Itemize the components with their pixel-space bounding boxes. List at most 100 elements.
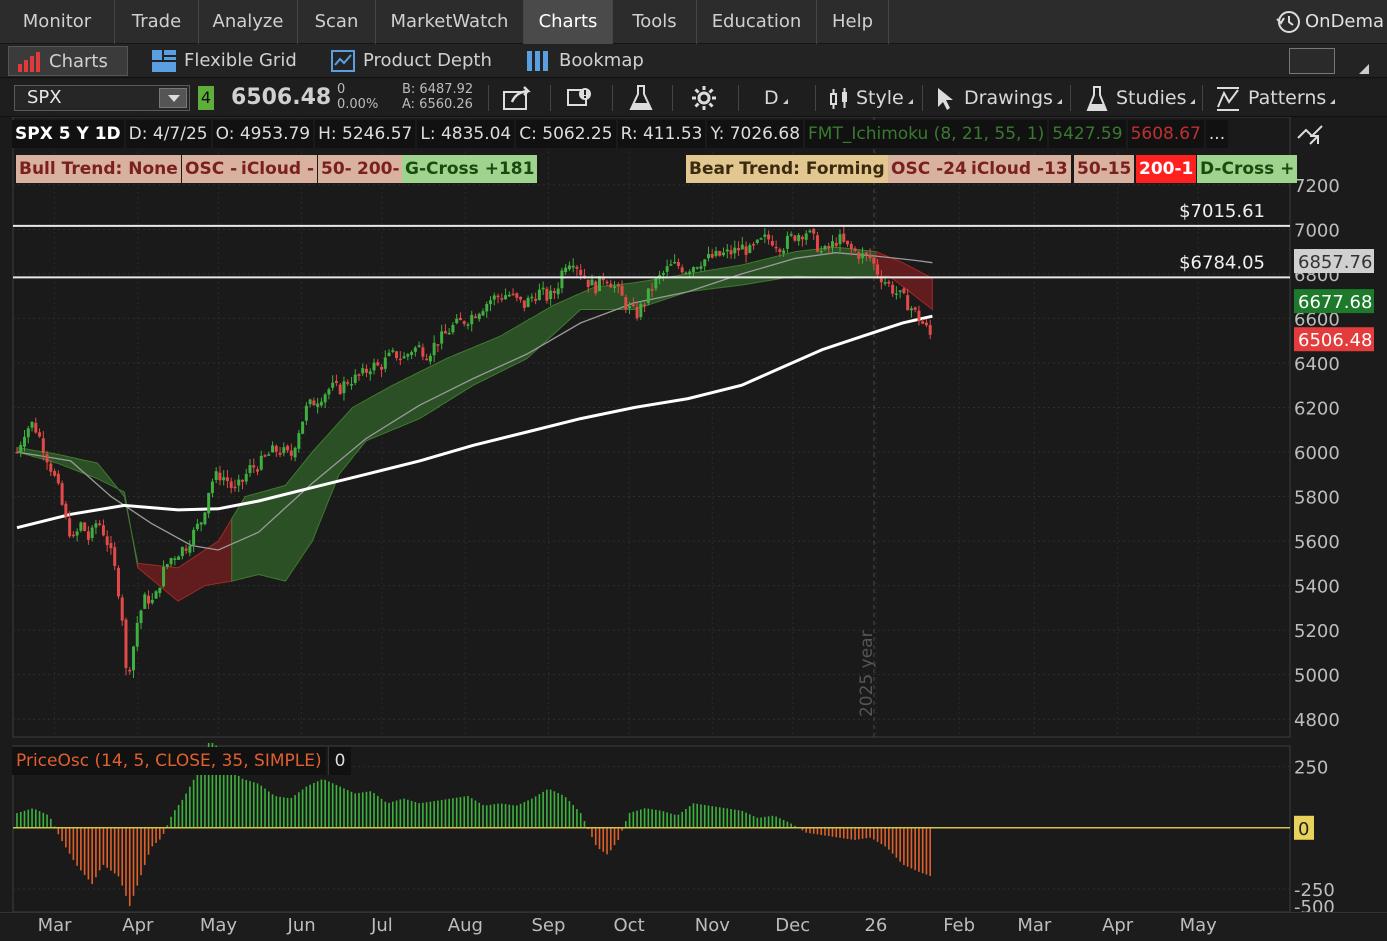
menu-marketwatch[interactable]: MarketWatch xyxy=(376,0,524,44)
candle-body xyxy=(53,471,57,476)
candle-body xyxy=(628,306,632,309)
subtab-bookmap[interactable]: Bookmap xyxy=(519,46,669,76)
aggregation-label: D xyxy=(764,87,779,109)
y-tick-label: 6200 xyxy=(1294,398,1340,419)
candle-body xyxy=(312,400,316,406)
flask-icon[interactable] xyxy=(628,84,654,112)
candle-body xyxy=(413,347,417,352)
candle-body xyxy=(669,264,673,266)
chart-title[interactable]: SPX 5 Y 1D xyxy=(12,120,124,148)
share-icon[interactable] xyxy=(502,84,532,112)
candle-body xyxy=(410,352,414,355)
candle-body xyxy=(105,536,109,546)
more-studies-button[interactable]: ... xyxy=(1205,120,1229,148)
toolbar-separator xyxy=(488,85,489,111)
symbol-input[interactable]: SPX xyxy=(14,85,190,111)
patterns-button[interactable]: Patterns xyxy=(1216,79,1336,117)
candle-body xyxy=(616,284,620,287)
menu-tools[interactable]: Tools xyxy=(613,0,697,44)
candle-body xyxy=(470,314,474,325)
candle-body xyxy=(440,331,444,344)
candle-body xyxy=(477,313,481,320)
candle-body xyxy=(725,249,729,252)
candle-body xyxy=(428,355,432,362)
candle-body xyxy=(23,436,27,447)
candle-body xyxy=(282,447,286,454)
candle-body xyxy=(695,267,699,269)
layout-selector[interactable] xyxy=(1289,48,1335,74)
menu-education[interactable]: Education xyxy=(697,0,817,44)
style-button[interactable]: Style xyxy=(828,79,913,117)
link-group-badge[interactable]: 4 xyxy=(198,86,214,110)
menu-scan[interactable]: Scan xyxy=(298,0,376,44)
candle-body xyxy=(567,265,571,270)
x-tick-label: Aug xyxy=(447,915,483,936)
cursor-y-value: Y: 7026.68 xyxy=(707,120,804,148)
ondemand-button[interactable]: OnDema xyxy=(1275,0,1384,44)
candle-body xyxy=(729,250,733,255)
menu-trade[interactable]: Trade xyxy=(115,0,199,44)
candle-body xyxy=(421,347,425,357)
candle-body xyxy=(853,248,857,251)
candle-body xyxy=(804,233,808,240)
candle-body xyxy=(650,289,654,291)
subtab-flexible-grid[interactable]: Flexible Grid xyxy=(144,46,309,76)
menu-monitor[interactable]: Monitor xyxy=(0,0,115,44)
candle-body xyxy=(64,503,68,517)
candle-body xyxy=(699,266,703,269)
study-ichimoku-label[interactable]: FMT_Ichimoku (8, 21, 55, 1) xyxy=(805,120,1048,148)
candle-body xyxy=(162,566,166,587)
symbol-dropdown-button[interactable] xyxy=(159,88,187,108)
candle-body xyxy=(924,322,928,326)
candle-body xyxy=(676,261,680,266)
x-tick-label: Apr xyxy=(1102,915,1134,936)
price-badge-label: 6857.76 xyxy=(1298,252,1372,273)
candle-body xyxy=(267,454,271,456)
candle-body xyxy=(402,356,406,359)
gear-icon[interactable] xyxy=(690,84,718,112)
expand-chart-icon[interactable] xyxy=(1296,122,1326,148)
candle-body xyxy=(665,266,669,272)
bookmap-icon xyxy=(527,51,548,71)
ma50-right-label: 50-15 xyxy=(1074,155,1135,183)
candle-body xyxy=(861,253,865,258)
candle-body xyxy=(774,246,778,249)
subtab-charts[interactable]: Charts xyxy=(8,46,128,76)
studies-button[interactable]: Studies xyxy=(1086,79,1196,117)
candle-body xyxy=(624,297,628,310)
menu-analyze[interactable]: Analyze xyxy=(199,0,298,44)
bull-trend-label: Bull Trend: None xyxy=(16,155,181,183)
candle-body xyxy=(425,358,429,361)
menu-charts[interactable]: Charts xyxy=(524,0,613,44)
change-percent: 0.00% xyxy=(337,97,379,112)
price-badge-label: 6506.48 xyxy=(1298,330,1372,351)
candle-body xyxy=(827,245,831,249)
candle-body xyxy=(639,303,643,318)
patterns-icon xyxy=(1217,86,1239,111)
ma200-right-label: 200-1 xyxy=(1136,155,1197,183)
drawings-button[interactable]: Drawings xyxy=(936,79,1062,117)
candle-body xyxy=(887,281,891,284)
oscillator-header: PriceOsc (14, 5, CLOSE, 35, SIMPLE) 0 xyxy=(12,747,352,775)
subtab-product-depth[interactable]: Product Depth xyxy=(323,46,513,76)
candle-body xyxy=(846,240,850,245)
candle-body xyxy=(169,558,173,565)
y-tick-label: 5400 xyxy=(1294,577,1340,598)
price-chart[interactable]: 7200700068006600640062006000580056005400… xyxy=(0,117,1387,743)
alert-icon[interactable] xyxy=(565,84,595,112)
candle-body xyxy=(41,438,45,453)
toolbar-separator xyxy=(1202,85,1203,111)
time-axis[interactable]: Mar Apr May Jun Jul Aug Sep Oct Nov Dec 26 Feb Mar Ap… xyxy=(0,912,1387,941)
candle-body xyxy=(376,362,380,366)
candle-body xyxy=(327,389,331,395)
aggregation-button[interactable]: D xyxy=(764,79,788,117)
bar-open: O: 4953.79 xyxy=(212,120,314,148)
oscillator-study-label[interactable]: PriceOsc (14, 5, CLOSE, 35, SIMPLE) xyxy=(12,747,326,775)
candle-body xyxy=(864,252,868,255)
osc-right-label: OSC -24 xyxy=(888,155,970,183)
candle-body xyxy=(297,433,301,449)
x-tick-label: Mar xyxy=(1017,915,1052,936)
candle-body xyxy=(173,558,177,560)
candle-body xyxy=(278,452,282,455)
menu-help[interactable]: Help xyxy=(817,0,889,44)
